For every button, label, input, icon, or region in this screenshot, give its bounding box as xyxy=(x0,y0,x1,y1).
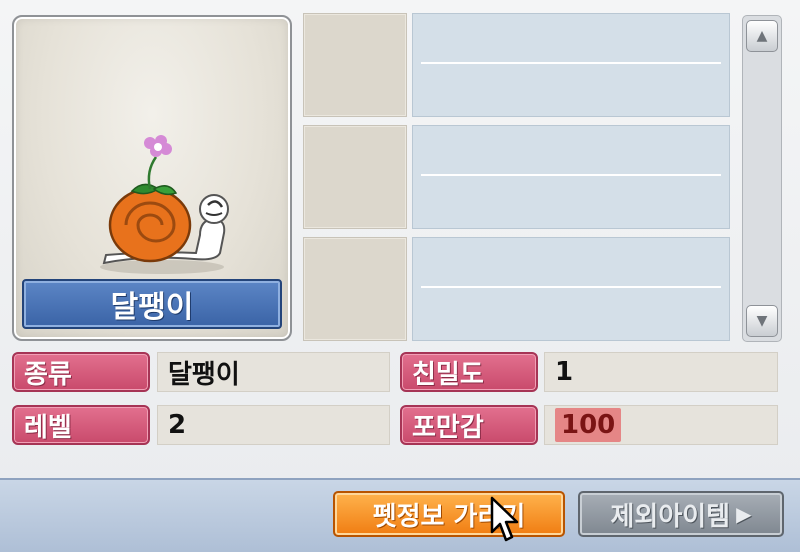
snail-pet-image xyxy=(100,135,229,274)
arrow-down-icon: ▼ xyxy=(756,313,768,329)
except-items-label: 제외아이템 xyxy=(610,501,731,532)
arrow-up-icon: ▲ xyxy=(756,28,768,44)
species-value: 달팽이 xyxy=(157,352,390,392)
pet-portrait-frame: 달팽이 xyxy=(12,15,292,341)
scroll-down-button[interactable]: ▼ xyxy=(746,305,778,337)
level-label: 레벨 xyxy=(12,405,150,445)
arrow-right-icon: ▶ xyxy=(736,502,752,526)
scroll-up-button[interactable]: ▲ xyxy=(746,20,778,52)
slot-scrollbar[interactable]: ▲ ▼ xyxy=(742,15,782,342)
pet-slot-1-description xyxy=(412,13,730,117)
pet-slot-1-icon[interactable] xyxy=(303,13,407,117)
level-value: 2 xyxy=(157,405,390,445)
except-items-button[interactable]: 제외아이템 ▶ xyxy=(578,491,784,537)
pet-slot-3-icon[interactable] xyxy=(303,237,407,341)
pet-name-label: 달팽이 xyxy=(22,279,282,329)
mouse-cursor-icon xyxy=(490,496,519,542)
pet-slot-2-icon[interactable] xyxy=(303,125,407,229)
fullness-label: 포만감 xyxy=(400,405,538,445)
fullness-value: 100 xyxy=(555,408,622,442)
pet-slot-3-description xyxy=(412,237,730,341)
pet-info-window: 달팽이 ▲ ▼ 종류 달팽이 친밀도 1 레벨 2 포만감 100 펫정보 가리… xyxy=(0,0,800,552)
closeness-value: 1 xyxy=(544,352,778,392)
hide-pet-info-button[interactable]: 펫정보 가리기 xyxy=(333,491,565,537)
pet-slot-2-description xyxy=(412,125,730,229)
fullness-value-cell: 100 xyxy=(544,405,778,445)
closeness-label: 친밀도 xyxy=(400,352,538,392)
species-label: 종류 xyxy=(12,352,150,392)
